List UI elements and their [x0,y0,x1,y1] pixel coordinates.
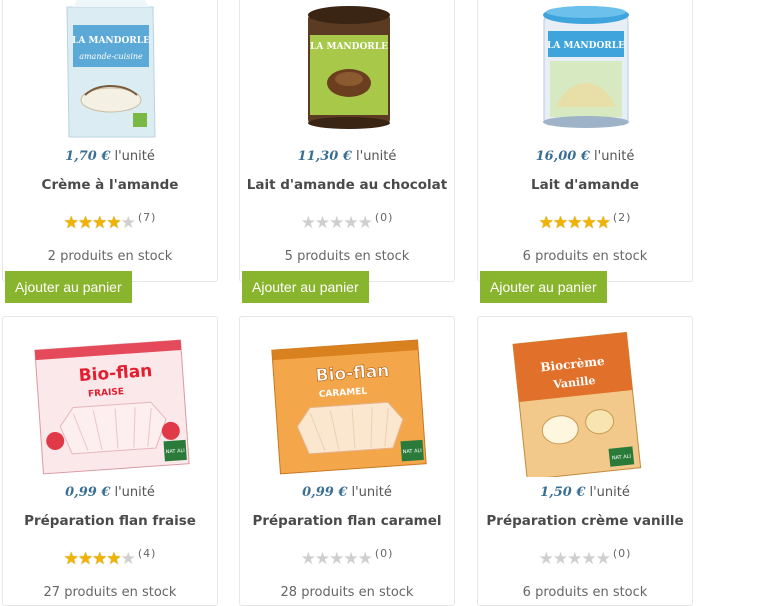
star-filled-icon: ★ [106,549,122,568]
star-filled-icon: ★ [77,549,94,568]
product-image[interactable]: LA MANDORLE [240,0,454,145]
star-empty-icon: ★ [357,213,373,232]
price-unit: l'unité [110,485,155,500]
star-rating: ★★★★★ [300,213,373,233]
product-image[interactable]: Bio-flan FRAISE NAT ALI [3,327,217,477]
star-empty-icon: ★ [595,549,611,568]
product-rating: ★★★★★ (0) [240,547,454,569]
star-rating: ★★★★★ [300,549,373,569]
star-filled-icon: ★ [552,213,569,232]
product-card[interactable]: Bio-flan FRAISE NAT ALI 0,99 € l'unité P… [2,316,218,606]
product-card[interactable]: LA MANDORLE 11,30 € l'unité Lait d'amand… [239,0,455,282]
stock-status: 28 produits en stock [280,585,414,600]
price-amount: 16,00 € [535,149,590,164]
product-image[interactable]: Bio-flan CARAMEL NAT ALI [240,327,454,477]
review-count: (4) [137,547,157,560]
price-unit: l'unité [351,149,397,164]
star-rating: ★★★★★ [538,549,611,569]
packaging-brand: LA MANDORLE [547,41,625,51]
product-name[interactable]: Lait d'amande [478,177,692,193]
star-filled-icon: ★ [581,213,597,232]
star-rating: ★★★★★ [63,549,136,569]
product-price: 11,30 € l'unité [240,149,454,164]
product-card[interactable]: Bio-flan CARAMEL NAT ALI 0,99 € l'unité … [239,316,455,606]
product-price: 1,70 € l'unité [3,149,217,164]
star-filled-icon: ★ [77,213,94,232]
star-filled-icon: ★ [63,213,79,232]
star-empty-icon: ★ [343,549,359,568]
star-rating: ★★★★★ [538,213,611,233]
star-empty-icon: ★ [357,549,373,568]
product-rating: ★★★★★ (4) [3,547,217,569]
star-filled-icon: ★ [538,213,554,232]
product-card[interactable]: LA MANDORLE 16,00 € l'unité Lait d'amand… [477,0,693,282]
star-empty-icon: ★ [120,549,136,568]
packaging-brand: LA MANDORLE [310,42,388,52]
add-to-cart-button[interactable]: Ajouter au panier [5,271,132,303]
star-rating: ★★★★★ [63,213,136,233]
price-amount: 0,99 € [65,485,111,500]
product-name[interactable]: Crème à l'amande [3,177,217,193]
product-price: 0,99 € l'unité [3,485,217,500]
product-rating: ★★★★★ (0) [240,211,454,233]
product-price: 16,00 € l'unité [478,149,692,164]
stock-status: 5 produits en stock [284,249,410,264]
product-name[interactable]: Préparation crème vanille [478,513,692,529]
star-empty-icon: ★ [300,213,316,232]
stock-status: 27 produits en stock [43,585,177,600]
product-card[interactable]: LA MANDORLE amande-cuisine 1,70 € l'unit… [2,0,218,282]
review-count: (2) [612,211,632,224]
star-empty-icon: ★ [314,213,331,232]
stock-status: 6 produits en stock [522,585,648,600]
price-amount: 0,99 € [302,485,348,500]
review-count: (7) [137,211,157,224]
product-rating: ★★★★★ (7) [3,211,217,233]
price-amount: 11,30 € [297,149,352,164]
star-empty-icon: ★ [567,549,583,568]
review-count: (0) [612,547,632,560]
product-name[interactable]: Préparation flan caramel [240,513,454,529]
price-unit: l'unité [585,485,630,500]
review-count: (0) [374,547,394,560]
product-rating: ★★★★★ (2) [478,211,692,233]
star-filled-icon: ★ [106,213,122,232]
product-name[interactable]: Lait d'amande au chocolat [240,177,454,193]
product-image[interactable]: Biocrème Vanille NAT ALI [478,327,692,481]
star-empty-icon: ★ [329,213,345,232]
product-name[interactable]: Préparation flan fraise [3,513,217,529]
review-count: (0) [374,211,394,224]
stock-status: 2 produits en stock [47,249,173,264]
product-image[interactable]: LA MANDORLE amande-cuisine [3,0,217,145]
star-empty-icon: ★ [329,549,345,568]
price-unit: l'unité [347,485,392,500]
star-empty-icon: ★ [314,549,331,568]
product-rating: ★★★★★ (0) [478,547,692,569]
star-empty-icon: ★ [581,549,597,568]
stock-status: 6 produits en stock [522,249,648,264]
add-to-cart-button[interactable]: Ajouter au panier [242,271,369,303]
packaging-brand: LA MANDORLE [72,36,150,46]
product-price: 1,50 € l'unité [478,485,692,500]
star-empty-icon: ★ [300,549,316,568]
price-amount: 1,70 € [65,149,111,164]
price-amount: 1,50 € [540,485,586,500]
add-to-cart-button[interactable]: Ajouter au panier [480,271,607,303]
star-filled-icon: ★ [595,213,611,232]
packaging-subtitle: amande-cuisine [79,52,143,61]
product-price: 0,99 € l'unité [240,485,454,500]
price-unit: l'unité [110,149,155,164]
product-image[interactable]: LA MANDORLE [478,0,692,145]
star-empty-icon: ★ [343,213,359,232]
star-empty-icon: ★ [120,213,136,232]
star-empty-icon: ★ [552,549,569,568]
product-card[interactable]: Biocrème Vanille NAT ALI 1,50 € l'unité … [477,316,693,606]
price-unit: l'unité [589,149,635,164]
star-filled-icon: ★ [63,549,79,568]
star-empty-icon: ★ [538,549,554,568]
